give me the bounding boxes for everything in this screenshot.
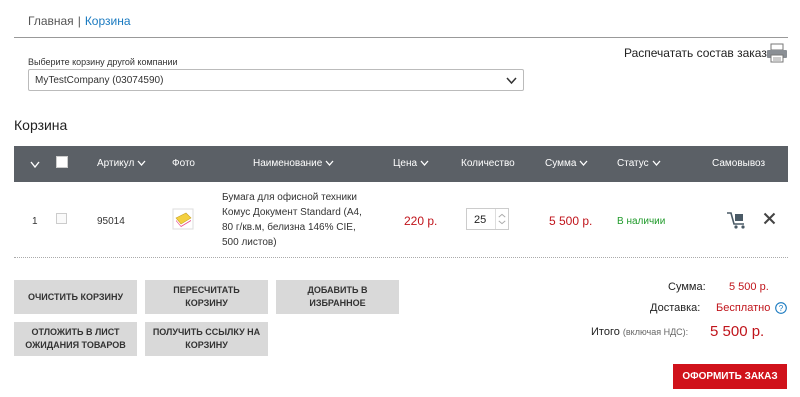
sort-chevron-icon	[579, 160, 588, 167]
breadcrumb-home-link[interactable]: Главная	[28, 14, 74, 28]
row-article: 95014	[97, 216, 125, 227]
get-cart-link-button[interactable]: ПОЛУЧИТЬ ССЫЛКУ НА КОРЗИНУ	[145, 322, 268, 356]
row-checkbox[interactable]	[56, 213, 67, 224]
total-label-text: Итого	[591, 326, 620, 338]
header-name[interactable]: Наименование	[253, 158, 334, 169]
row-sum: 5 500 р.	[549, 214, 593, 228]
place-order-button[interactable]: ОФОРМИТЬ ЗАКАЗ	[673, 364, 787, 389]
company-select-value: MyTestCompany (03074590)	[35, 75, 164, 86]
top-divider	[14, 37, 788, 38]
sum-value: 5 500 р.	[729, 281, 769, 293]
cart-table-header: Артикул Фото Наименование Цена Количеств…	[14, 146, 788, 182]
print-order-link[interactable]: Распечатать состав заказа	[624, 46, 774, 60]
breadcrumb-separator: |	[77, 14, 81, 28]
product-photo[interactable]	[172, 208, 194, 230]
header-pickup: Самовывоз	[712, 158, 766, 169]
header-sum-label: Сумма	[545, 158, 577, 169]
quantity-stepper[interactable]: 25	[466, 208, 509, 230]
row-price: 220 р.	[404, 214, 438, 228]
close-icon[interactable]	[763, 212, 776, 225]
help-icon[interactable]: ?	[775, 302, 787, 314]
total-label: Итого (включая НДС):	[591, 326, 688, 338]
stepper-arrows-icon[interactable]	[495, 209, 508, 229]
header-status[interactable]: Статус	[617, 158, 661, 169]
postpone-to-waitlist-button[interactable]: ОТЛОЖИТЬ В ЛИСТ ОЖИДАНИЯ ТОВАРОВ	[14, 322, 137, 356]
header-sum[interactable]: Сумма	[545, 158, 588, 169]
company-select[interactable]: MyTestCompany (03074590)	[28, 69, 524, 91]
sort-chevron-icon	[325, 160, 334, 167]
header-article[interactable]: Артикул	[97, 158, 146, 169]
product-name-link[interactable]: Бумага для офисной техники Комус Докумен…	[222, 190, 368, 250]
company-select-label: Выберите корзину другой компании	[28, 57, 178, 67]
breadcrumb-current[interactable]: Корзина	[85, 14, 131, 28]
printer-icon[interactable]	[766, 43, 788, 63]
select-all-checkbox[interactable]	[56, 156, 68, 168]
chevron-down-icon	[506, 77, 517, 85]
add-to-favorites-button[interactable]: ДОБАВИТЬ В ИЗБРАННОЕ	[276, 280, 399, 314]
recalculate-cart-button[interactable]: ПЕРЕСЧИТАТЬ КОРЗИНУ	[145, 280, 268, 314]
header-photo: Фото	[172, 158, 195, 169]
clear-cart-button[interactable]: ОЧИСТИТЬ КОРЗИНУ	[14, 280, 137, 314]
sum-label: Сумма:	[668, 281, 706, 293]
svg-text:?: ?	[779, 304, 784, 313]
page-title: Корзина	[14, 117, 68, 133]
sort-chevron-icon	[652, 160, 661, 167]
sort-chevron-icon	[137, 160, 146, 167]
select-all-chevron-icon[interactable]	[30, 161, 40, 168]
pickup-cart-icon[interactable]	[726, 210, 748, 230]
quantity-value: 25	[474, 214, 487, 226]
delivery-value: Бесплатно	[716, 302, 771, 314]
stock-status: В наличии	[617, 216, 666, 227]
total-note: (включая НДС):	[622, 327, 689, 337]
header-quantity: Количество	[461, 158, 515, 169]
table-row: 1 95014 Бумага для офисной техники Комус…	[14, 182, 788, 258]
header-article-label: Артикул	[97, 158, 135, 169]
header-status-label: Статус	[617, 158, 649, 169]
total-value: 5 500 р.	[710, 323, 765, 340]
header-price-label: Цена	[393, 158, 418, 169]
row-number: 1	[32, 216, 38, 227]
header-name-label: Наименование	[253, 158, 323, 169]
delivery-label: Доставка:	[650, 302, 701, 314]
header-price[interactable]: Цена	[393, 158, 429, 169]
breadcrumb: Главная | Корзина	[28, 14, 131, 28]
sort-chevron-icon	[420, 160, 429, 167]
